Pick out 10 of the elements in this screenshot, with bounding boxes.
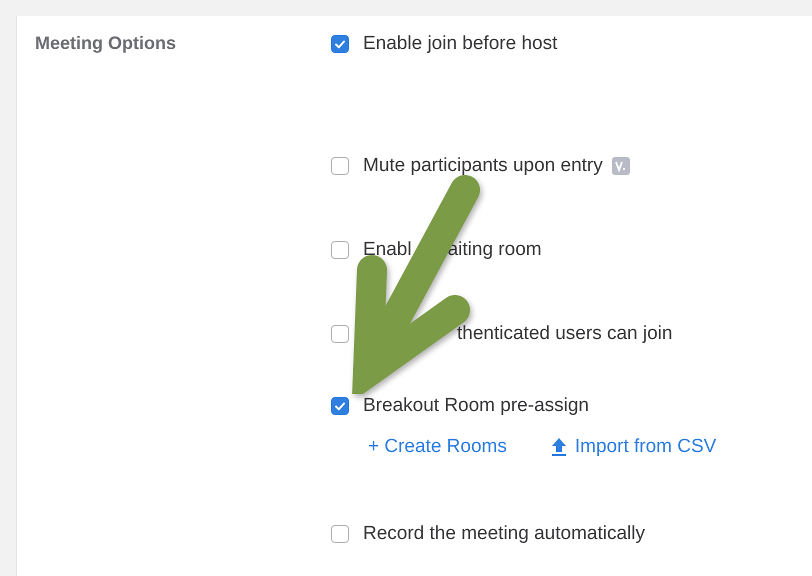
section-label: Meeting Options — [35, 33, 176, 53]
option-label: aiting room — [448, 239, 542, 261]
option-label: Enable join before host — [363, 33, 558, 55]
option-label: Breakout Room pre-assign — [363, 395, 589, 417]
option-label: Record the meeting automatically — [363, 523, 645, 545]
link[interactable]: Import from CSV — [550, 436, 716, 458]
option-label: thenticated users can join — [457, 323, 672, 345]
option-label: Mute participants upon entry — [363, 155, 603, 177]
option-label: Enabl — [363, 239, 412, 261]
link[interactable]: + Create Rooms — [368, 436, 507, 458]
